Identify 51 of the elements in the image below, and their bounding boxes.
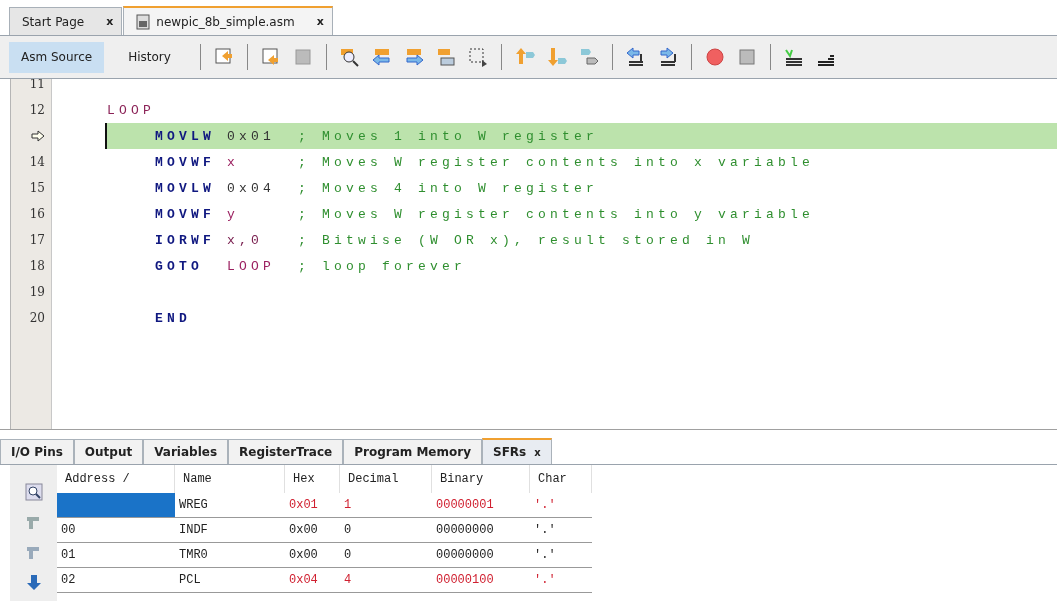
record-icon[interactable] — [703, 46, 726, 68]
operand: x,0 — [227, 232, 264, 248]
view-tab[interactable]: History — [116, 41, 183, 73]
back-arrow-icon[interactable] — [370, 46, 393, 68]
selection-icon[interactable] — [466, 46, 489, 68]
file-icon — [136, 13, 151, 30]
panel-tab[interactable]: RegisterTrace — [228, 439, 344, 464]
instruction: MOVLW — [155, 128, 216, 144]
panel-tab[interactable]: I/O Pins — [0, 439, 74, 464]
instruction: MOVWF — [155, 206, 216, 222]
code-comment: ; Moves W register contents into y variable — [298, 206, 815, 222]
line-number: 20 — [29, 311, 45, 325]
file-tab[interactable]: newpic_8b_simple.asm x — [123, 6, 333, 35]
operand: 0x04 — [227, 180, 276, 196]
close-button[interactable]: x — [106, 15, 114, 28]
code-comment: ; Moves 4 into W register — [298, 180, 599, 196]
instruction: GOTO — [155, 258, 204, 274]
line-number: 16 — [29, 207, 45, 221]
view-tab[interactable]: Asm Source — [9, 41, 105, 73]
close-button[interactable]: x — [316, 15, 324, 28]
tab-label: SFRs — [493, 445, 527, 459]
search-icon[interactable] — [338, 46, 361, 68]
line-number: 18 — [29, 259, 45, 273]
instruction: MOVWF — [155, 154, 216, 170]
tab-label: newpic_8b_simple.asm — [156, 14, 295, 29]
operand: 0x01 — [227, 128, 276, 144]
panel-tab[interactable]: Program Memory — [343, 439, 482, 464]
code-comment: ; Bitwise (W OR x), result stored in W — [298, 232, 755, 248]
file-tab[interactable]: Start Page x — [9, 7, 123, 35]
close-button[interactable]: x — [534, 446, 541, 458]
line-number: 19 — [29, 285, 45, 299]
instruction: END — [155, 310, 192, 326]
line-number: 12 — [29, 103, 45, 117]
operand: LOOP — [227, 258, 276, 274]
line-number: 14 — [29, 155, 45, 169]
code-comment: ; Moves W register contents into x variable — [298, 154, 815, 170]
line-number: 17 — [29, 233, 45, 247]
panel-tab[interactable]: Output — [73, 439, 144, 464]
panel-tab[interactable]: Variables — [143, 439, 229, 464]
search-icon[interactable] — [24, 483, 43, 501]
operand: y — [227, 206, 240, 222]
instruction: MOVLW — [155, 180, 216, 196]
operand: x — [227, 154, 240, 170]
panel-tab[interactable]: SFRs x — [482, 438, 552, 464]
code-comment: ; Moves 1 into W register — [298, 128, 599, 144]
tab-label: Start Page — [22, 14, 85, 29]
line-number: 15 — [29, 181, 45, 195]
code-label: LOOP — [107, 102, 155, 118]
code-comment: ; loop forever — [298, 258, 467, 274]
instruction: IORWF — [155, 232, 216, 248]
line-number: 11 — [29, 79, 45, 91]
